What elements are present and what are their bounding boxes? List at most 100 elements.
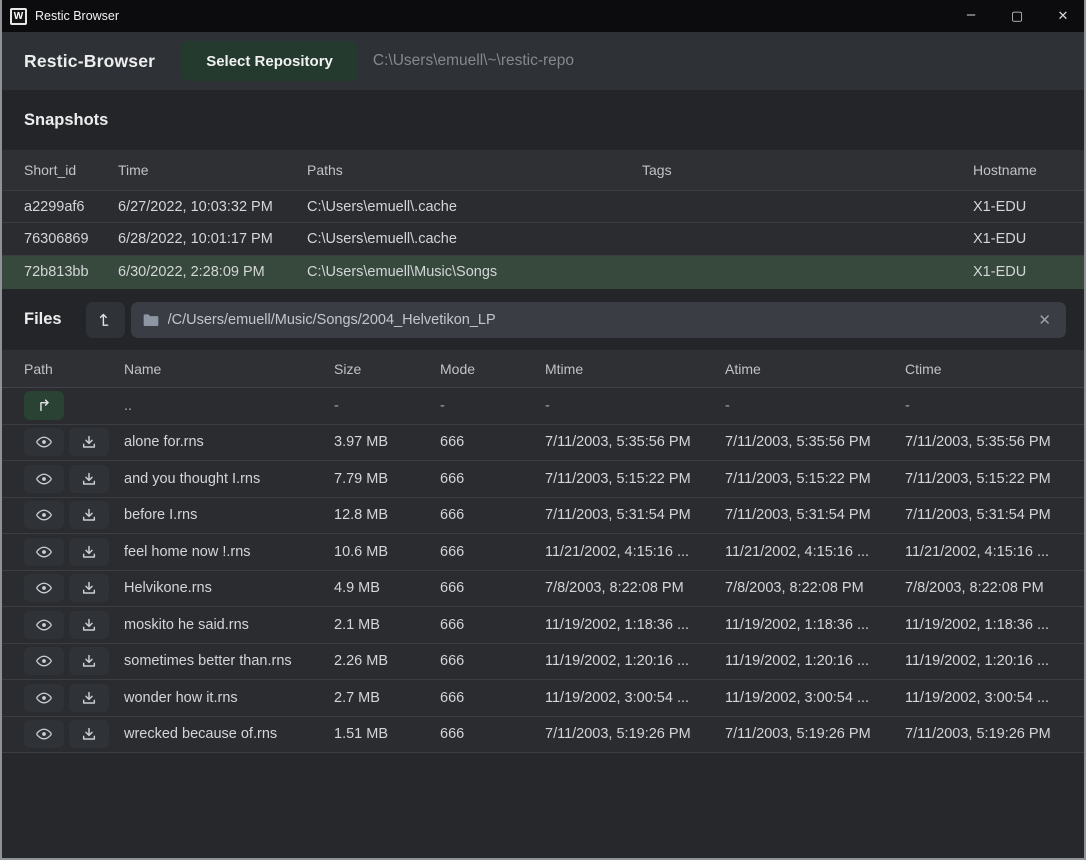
download-file-button[interactable] (69, 574, 109, 602)
current-path-input[interactable]: /C/Users/emuell/Music/Songs/2004_Helveti… (131, 302, 1066, 338)
download-icon (81, 580, 97, 596)
download-file-button[interactable] (69, 501, 109, 529)
file-name: before I.rns (114, 498, 324, 534)
column-header-hostname: Hostname (963, 150, 1072, 190)
file-name: Helvikone.rns (114, 571, 324, 607)
row-actions (14, 644, 114, 680)
snapshot-short-id: a2299af6 (14, 191, 108, 222)
column-header-mtime: Mtime (535, 350, 715, 387)
file-mode: 666 (430, 607, 535, 643)
download-icon (81, 653, 97, 669)
file-size: 2.7 MB (324, 680, 430, 716)
file-atime: 11/19/2002, 3:00:54 ... (715, 680, 895, 716)
file-atime: 7/11/2003, 5:31:54 PM (715, 498, 895, 534)
preview-file-button[interactable] (24, 465, 64, 493)
preview-file-button[interactable] (24, 647, 64, 675)
file-atime: 7/8/2003, 8:22:08 PM (715, 571, 895, 607)
eye-icon (35, 506, 53, 524)
file-mode: 666 (430, 498, 535, 534)
snapshot-row[interactable]: 72b813bb 6/30/2022, 2:28:09 PM C:\Users\… (2, 256, 1084, 289)
files-title: Files (24, 310, 62, 329)
file-ctime: - (895, 388, 1072, 424)
file-mode: 666 (430, 644, 535, 680)
preview-file-button[interactable] (24, 574, 64, 602)
file-mtime: 7/11/2003, 5:19:26 PM (535, 717, 715, 753)
file-name: feel home now !.rns (114, 534, 324, 570)
parent-directory-row: .. - - - - - (2, 388, 1084, 425)
eye-icon (35, 689, 53, 707)
file-mtime: 7/11/2003, 5:35:56 PM (535, 425, 715, 461)
download-icon (81, 507, 97, 523)
column-header-mode: Mode (430, 350, 535, 387)
file-name: sometimes better than.rns (114, 644, 324, 680)
snapshot-time: 6/30/2022, 2:28:09 PM (108, 256, 297, 288)
snapshot-hostname: X1-EDU (963, 256, 1072, 288)
row-actions (14, 680, 114, 716)
file-mode: 666 (430, 425, 535, 461)
files-table-header: Path Name Size Mode Mtime Atime Ctime (2, 350, 1084, 388)
download-icon (81, 690, 97, 706)
header-bar: Restic-Browser Select Repository C:\User… (2, 32, 1084, 90)
download-file-button[interactable] (69, 720, 109, 748)
download-file-button[interactable] (69, 538, 109, 566)
file-name: wrecked because of.rns (114, 717, 324, 753)
file-mtime: 11/19/2002, 3:00:54 ... (535, 680, 715, 716)
preview-file-button[interactable] (24, 428, 64, 456)
select-repository-button[interactable]: Select Repository (181, 41, 358, 81)
file-size: 1.51 MB (324, 717, 430, 753)
eye-icon (35, 725, 53, 743)
snapshots-title: Snapshots (24, 111, 108, 130)
column-header-time: Time (108, 150, 297, 190)
snapshot-tags (632, 223, 963, 255)
snapshot-paths: C:\Users\emuell\.cache (297, 191, 632, 222)
close-button[interactable]: ✕ (1040, 0, 1086, 32)
empty-area (2, 753, 1084, 858)
file-ctime: 7/11/2003, 5:15:22 PM (895, 461, 1072, 497)
file-ctime: 11/19/2002, 1:18:36 ... (895, 607, 1072, 643)
snapshot-short-id: 72b813bb (14, 256, 108, 288)
app-icon: W (10, 8, 27, 25)
file-atime: 7/11/2003, 5:35:56 PM (715, 425, 895, 461)
eye-icon (35, 616, 53, 634)
file-ctime: 7/11/2003, 5:31:54 PM (895, 498, 1072, 534)
file-size: 3.97 MB (324, 425, 430, 461)
preview-file-button[interactable] (24, 684, 64, 712)
file-ctime: 11/21/2002, 4:15:16 ... (895, 534, 1072, 570)
file-mode: 666 (430, 534, 535, 570)
file-name: wonder how it.rns (114, 680, 324, 716)
snapshots-table-header: Short_id Time Paths Tags Hostname (2, 150, 1084, 190)
preview-file-button[interactable] (24, 501, 64, 529)
download-file-button[interactable] (69, 465, 109, 493)
file-size: 7.79 MB (324, 461, 430, 497)
file-row: sometimes better than.rns 2.26 MB 666 11… (2, 644, 1084, 681)
download-file-button[interactable] (69, 647, 109, 675)
download-file-button[interactable] (69, 684, 109, 712)
navigate-up-button[interactable] (24, 391, 64, 420)
file-atime: 7/11/2003, 5:15:22 PM (715, 461, 895, 497)
file-row: and you thought I.rns 7.79 MB 666 7/11/2… (2, 461, 1084, 498)
minimize-button[interactable]: – (948, 0, 994, 32)
file-mode: 666 (430, 680, 535, 716)
download-icon (81, 434, 97, 450)
file-row: wonder how it.rns 2.7 MB 666 11/19/2002,… (2, 680, 1084, 717)
file-mtime: 7/11/2003, 5:15:22 PM (535, 461, 715, 497)
row-actions (14, 498, 114, 534)
snapshot-tags (632, 191, 963, 222)
file-ctime: 7/11/2003, 5:19:26 PM (895, 717, 1072, 753)
preview-file-button[interactable] (24, 538, 64, 566)
file-size: 2.1 MB (324, 607, 430, 643)
eye-icon (35, 543, 53, 561)
snapshot-row[interactable]: 76306869 6/28/2022, 10:01:17 PM C:\Users… (2, 223, 1084, 256)
file-atime: 11/19/2002, 1:20:16 ... (715, 644, 895, 680)
go-up-directory-button[interactable] (86, 302, 125, 338)
preview-file-button[interactable] (24, 720, 64, 748)
row-actions (14, 571, 114, 607)
preview-file-button[interactable] (24, 611, 64, 639)
maximize-button[interactable]: ▢ (994, 0, 1040, 32)
clear-path-icon[interactable]: ✕ (1035, 311, 1054, 329)
file-mtime: - (535, 388, 715, 424)
download-file-button[interactable] (69, 611, 109, 639)
folder-icon (143, 313, 159, 327)
snapshot-row[interactable]: a2299af6 6/27/2022, 10:03:32 PM C:\Users… (2, 190, 1084, 223)
download-file-button[interactable] (69, 428, 109, 456)
